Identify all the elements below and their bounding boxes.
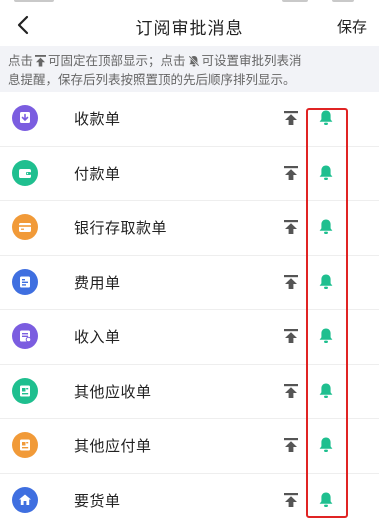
- list-item[interactable]: 其他应付单: [0, 419, 379, 474]
- other-receivable-icon: [12, 377, 38, 404]
- bell-icon: [319, 165, 333, 180]
- notice-text-1: 点击: [8, 53, 34, 68]
- subscribe-approval-page: 订阅审批消息 保存 点击 可固定在顶部显示；点击 可设置审批列表消 息提醒，保存后列…: [0, 0, 379, 522]
- notice-text-2: 可固定在顶部显示；点击: [48, 53, 186, 68]
- page-title: 订阅审批消息: [135, 19, 244, 39]
- pin-to-top-button[interactable]: [280, 380, 302, 402]
- list-item-label: 付款单: [74, 164, 121, 183]
- list-item[interactable]: 收款单: [0, 92, 379, 147]
- list-item[interactable]: 要货单: [0, 474, 379, 522]
- pin-top-icon: [284, 220, 298, 234]
- pin-top-icon: [284, 274, 298, 289]
- bank-card-icon: [12, 214, 38, 240]
- expense-sheet-icon: [12, 268, 38, 295]
- bell-icon: [319, 383, 333, 398]
- notice-line-2: 息提醒，保存后列表按照置顶的先后顺序排列显示。: [8, 72, 296, 87]
- pin-top-icon: [284, 492, 298, 507]
- navigation-bar: 订阅审批消息 保存: [0, 4, 379, 46]
- notification-bell-button[interactable]: [315, 489, 337, 511]
- bell-icon: [319, 219, 333, 234]
- list-item-label: 收入单: [74, 328, 121, 346]
- other-payable-icon: [12, 432, 38, 458]
- list-item[interactable]: 收入单: [0, 310, 379, 365]
- list-item-label: 费用单: [74, 273, 121, 292]
- instruction-notice: 点击 可固定在顶部显示；点击 可设置审批列表消 息提醒，保存后列表按照置顶的先后顺序…: [0, 46, 379, 92]
- pin-to-top-button[interactable]: [280, 434, 302, 456]
- bell-icon: [319, 274, 333, 289]
- pin-top-icon: [284, 438, 298, 452]
- notification-bell-button[interactable]: [315, 434, 337, 456]
- wallet-icon: [12, 159, 38, 186]
- list-item-label: 收款单: [74, 110, 121, 128]
- bell-icon: [319, 437, 333, 452]
- notice-line-1: 点击 可固定在顶部显示；点击 可设置审批列表消: [8, 52, 371, 71]
- pin-top-icon: [284, 165, 298, 180]
- list-item[interactable]: 费用单: [0, 256, 379, 310]
- list-item-label: 要货单: [74, 491, 121, 510]
- list-item[interactable]: 付款单: [0, 147, 379, 201]
- notification-bell-button[interactable]: [315, 325, 337, 347]
- notification-bell-button[interactable]: [315, 162, 337, 184]
- bell-icon: [319, 492, 333, 507]
- pin-to-top-button[interactable]: [280, 271, 302, 293]
- list-item[interactable]: 银行存取款单: [0, 201, 379, 256]
- pin-top-icon: [35, 54, 47, 71]
- bell-off-icon: [187, 54, 200, 71]
- save-button[interactable]: 保存: [337, 16, 367, 37]
- approval-type-list: 收款单付款单银行存取款单 费用单收入单其他应收单其他应付单要货单: [0, 92, 379, 522]
- bell-icon: [319, 328, 333, 343]
- pin-top-icon: [284, 329, 298, 343]
- list-item[interactable]: 其他应收单: [0, 365, 379, 419]
- pin-to-top-button[interactable]: [280, 107, 302, 129]
- list-item-label: 其他应付单: [74, 437, 152, 455]
- notification-bell-button[interactable]: [315, 271, 337, 293]
- pin-to-top-button[interactable]: [280, 162, 302, 184]
- notification-bell-button[interactable]: [315, 107, 337, 129]
- list-item-label: 银行存取款单: [74, 219, 168, 237]
- pin-top-icon: [284, 383, 298, 398]
- list-item-label: 其他应收单: [74, 382, 152, 401]
- notification-bell-button[interactable]: [315, 380, 337, 402]
- pin-to-top-button[interactable]: [280, 216, 302, 238]
- notification-bell-button[interactable]: [315, 216, 337, 238]
- notice-text-3: 可设置审批列表消: [201, 53, 302, 68]
- pin-top-icon: [284, 111, 298, 125]
- income-sheet-icon: [12, 323, 38, 349]
- receipt-download-icon: [12, 105, 38, 131]
- pin-to-top-button[interactable]: [280, 489, 302, 511]
- pin-to-top-button[interactable]: [280, 325, 302, 347]
- order-home-icon: [12, 486, 38, 513]
- bell-icon: [319, 110, 333, 125]
